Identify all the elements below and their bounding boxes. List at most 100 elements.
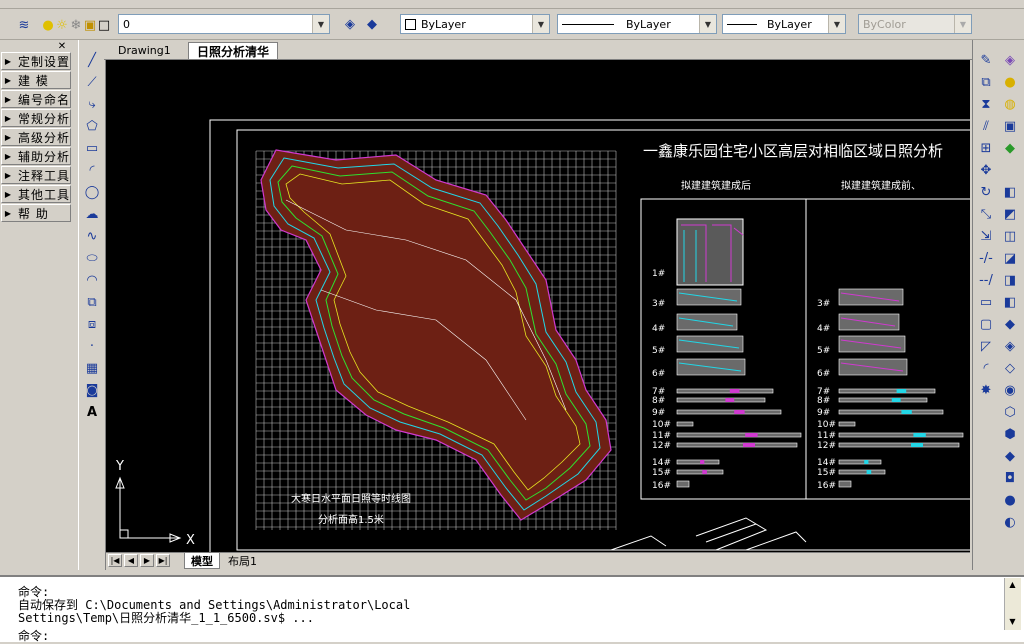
tab-sunlight-analysis[interactable]: 日照分析清华 — [188, 42, 279, 59]
command-window[interactable]: 命令: 自动保存到 C:\Documents and Settings\Admi… — [0, 575, 1024, 644]
break-icon[interactable]: ▭ — [975, 292, 997, 312]
menu-item-regular-analysis[interactable]: ▶ 常规分析 — [1, 109, 71, 127]
extend-icon[interactable]: --/ — [975, 270, 997, 290]
cone-icon[interactable]: ⬢ — [999, 424, 1021, 444]
next-tab-icon[interactable]: ▶ — [140, 554, 154, 567]
menu-item-auxiliary-analysis[interactable]: ▶ 辅助分析 — [1, 147, 71, 165]
chevron-down-icon: ▼ — [954, 15, 971, 33]
layer-color-icon[interactable]: □ — [94, 15, 114, 35]
lineweight-dropdown[interactable]: ByLayer ▼ — [722, 14, 846, 34]
triangle-right-icon: ▶ — [4, 75, 12, 85]
rotate-icon[interactable]: ↻ — [975, 182, 997, 202]
make-block-icon[interactable]: ⧈ — [81, 314, 103, 334]
scroll-up-icon[interactable]: ▲ — [1007, 580, 1018, 591]
copy-icon[interactable]: ⧉ — [975, 72, 997, 92]
fillet-icon[interactable]: ◜ — [975, 358, 997, 378]
rectangle-icon[interactable]: ▭ — [81, 138, 103, 158]
drawing-canvas[interactable]: Y X 一鑫康乐园住宅小区高层对相临区域日照分析 拟建建筑建成后 拟建建筑建成前… — [106, 60, 970, 552]
material-icon[interactable]: ◆ — [999, 138, 1021, 158]
mirror-icon[interactable]: ⧗ — [975, 94, 997, 114]
menu-item-help[interactable]: ▶ 帮 助 — [1, 204, 71, 222]
row-label-after: 11# — [652, 431, 671, 441]
chevron-down-icon[interactable]: ▼ — [532, 15, 549, 33]
circle-icon[interactable]: ◯ — [81, 182, 103, 202]
polyline-icon[interactable]: ⤷ — [81, 94, 103, 114]
line-icon[interactable]: ╱ — [81, 50, 103, 70]
linetype-dropdown[interactable]: ByLayer ▼ — [557, 14, 717, 34]
explode-icon[interactable]: ✸ — [975, 380, 997, 400]
first-tab-icon[interactable]: |◀ — [108, 554, 122, 567]
move-icon[interactable]: ✥ — [975, 160, 997, 180]
tab-model[interactable]: 模型 — [184, 553, 220, 569]
layer-manager-icon[interactable]: ≋ — [14, 15, 34, 35]
pyramid-icon[interactable]: ◆ — [999, 446, 1021, 466]
view-top-icon[interactable]: ◪ — [999, 248, 1021, 268]
view-iso-sw-icon[interactable]: ◈ — [999, 336, 1021, 356]
chamfer-icon[interactable]: ◸ — [975, 336, 997, 356]
torus-icon[interactable]: ⬡ — [999, 402, 1021, 422]
light-icon[interactable]: ● — [999, 72, 1021, 92]
polygon-icon[interactable]: ⬠ — [81, 116, 103, 136]
command-prompt[interactable]: 命令: — [18, 627, 49, 644]
insert-block-icon[interactable]: ⧉ — [81, 292, 103, 312]
cube-icon[interactable]: ◧ — [999, 182, 1021, 202]
chevron-down-icon[interactable]: ▼ — [828, 15, 845, 33]
building-bar-after — [676, 442, 798, 448]
last-tab-icon[interactable]: ▶| — [156, 554, 170, 567]
extrude-icon[interactable]: ◘ — [999, 468, 1021, 488]
view-front-icon[interactable]: ◨ — [999, 270, 1021, 290]
menu-item-other-tools[interactable]: ▶ 其他工具 — [1, 185, 71, 203]
arc-icon[interactable]: ◜ — [81, 160, 103, 180]
ellipse-icon[interactable]: ⬭ — [81, 248, 103, 268]
scale-icon[interactable]: ⤡ — [975, 204, 997, 224]
box-icon[interactable]: ▣ — [999, 116, 1021, 136]
offset-icon[interactable]: ⫽ — [975, 116, 997, 136]
spotlight-icon[interactable]: ◍ — [999, 94, 1021, 114]
revision-cloud-icon[interactable]: ☁ — [81, 204, 103, 224]
menu-item-annotation-tools[interactable]: ▶ 注释工具 — [1, 166, 71, 184]
point-icon[interactable]: · — [81, 336, 103, 356]
chevron-down-icon[interactable]: ▼ — [699, 15, 716, 33]
tab-layout1[interactable]: 布局1 — [222, 553, 263, 568]
trim-icon[interactable]: -/- — [975, 248, 997, 268]
join-icon[interactable]: ▢ — [975, 314, 997, 334]
command-scrollbar[interactable]: ▲ ▼ — [1004, 578, 1021, 630]
hatch-icon[interactable]: ▦ — [81, 358, 103, 378]
color-dropdown[interactable]: ByLayer ▼ — [400, 14, 550, 34]
ellipse-arc-icon[interactable]: ◠ — [81, 270, 103, 290]
caption-height: 分析面高1.5米 — [318, 513, 384, 526]
scroll-down-icon[interactable]: ▼ — [1007, 617, 1018, 628]
close-icon[interactable]: ✕ — [56, 41, 68, 53]
view-iso-se-icon[interactable]: ◇ — [999, 358, 1021, 378]
construction-line-icon[interactable]: ⟋ — [81, 72, 103, 92]
slice-icon[interactable]: ◐ — [999, 512, 1021, 532]
menu-item-advanced-analysis[interactable]: ▶ 高级分析 — [1, 128, 71, 146]
array-icon[interactable]: ⊞ — [975, 138, 997, 158]
menu-item-numbering[interactable]: ▶ 编号命名 — [1, 90, 71, 108]
layer-previous-icon[interactable]: ◆ — [362, 14, 382, 34]
building-bar-after — [676, 388, 774, 394]
chevron-down-icon[interactable]: ▼ — [312, 15, 329, 33]
tab-drawing1[interactable]: Drawing1 — [110, 42, 179, 58]
menu-label: 高级分析 — [18, 130, 71, 145]
region-icon[interactable]: ◙ — [81, 380, 103, 400]
menu-label: 建 模 — [18, 73, 49, 88]
row-label-before: 14# — [817, 458, 836, 468]
spline-icon[interactable]: ∿ — [81, 226, 103, 246]
make-current-layer-icon[interactable]: ◈ — [340, 14, 360, 34]
stretch-icon[interactable]: ⇲ — [975, 226, 997, 246]
wedge-icon[interactable]: ◩ — [999, 204, 1021, 224]
sphere-icon[interactable]: ◉ — [999, 380, 1021, 400]
layers-3d-icon[interactable]: ◈ — [999, 50, 1021, 70]
erase-icon[interactable]: ✎ — [975, 50, 997, 70]
view-left-icon[interactable]: ◧ — [999, 292, 1021, 312]
menu-item-custom-settings[interactable]: ▶ 定制设置 — [1, 52, 71, 70]
view-right-icon[interactable]: ◆ — [999, 314, 1021, 334]
multiline-text-icon[interactable]: A — [81, 402, 103, 422]
menu-item-modeling[interactable]: ▶ 建 模 — [1, 71, 71, 89]
revolve-icon[interactable]: ● — [999, 490, 1021, 510]
lineweight-value: ByLayer — [767, 17, 812, 31]
prev-tab-icon[interactable]: ◀ — [124, 554, 138, 567]
layer-dropdown[interactable]: 0 ▼ — [118, 14, 330, 34]
cylinder-icon[interactable]: ◫ — [999, 226, 1021, 246]
